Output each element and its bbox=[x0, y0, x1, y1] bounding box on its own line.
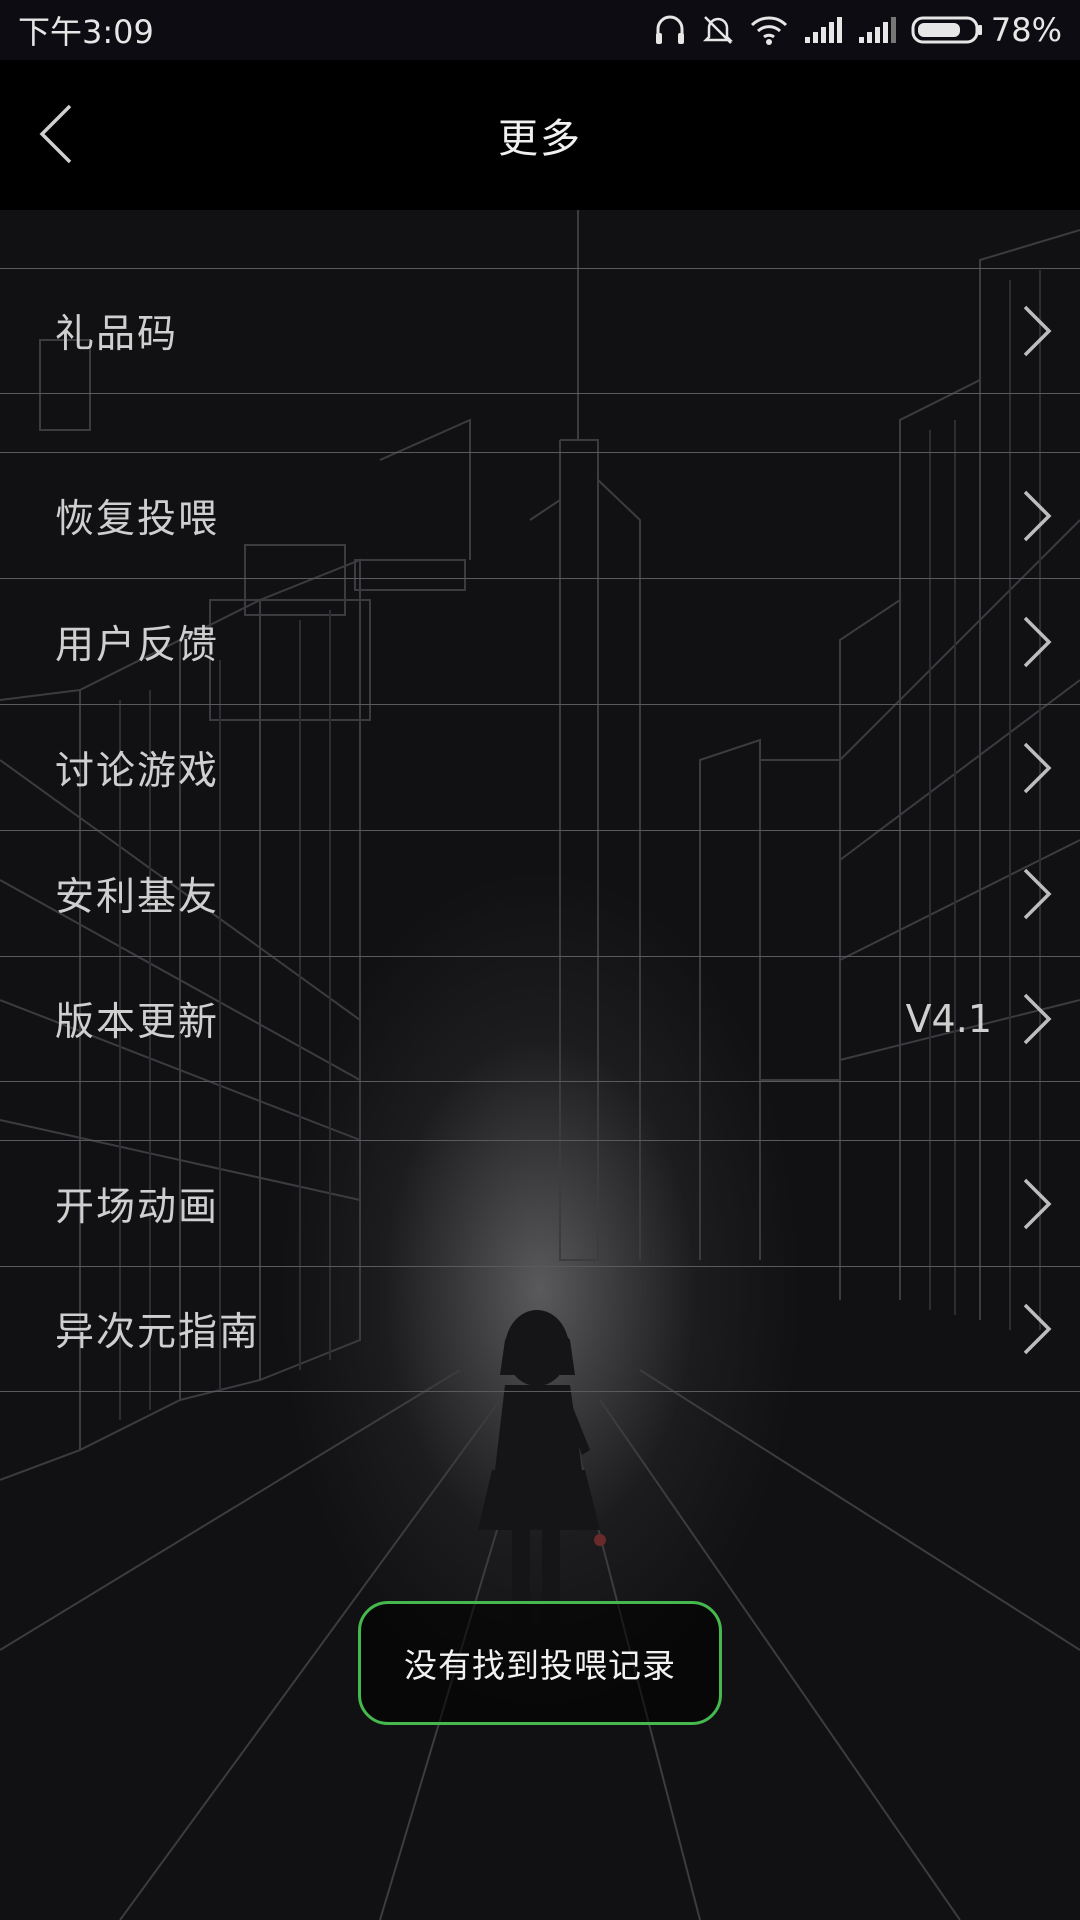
menu-item-opening-animation[interactable]: 开场动画 bbox=[0, 1140, 1080, 1266]
wifi-icon bbox=[749, 13, 789, 47]
menu-item-user-feedback[interactable]: 用户反馈 bbox=[0, 578, 1080, 704]
menu-item-restore-feeding[interactable]: 恢复投喂 bbox=[0, 452, 1080, 578]
menu-item-label: 版本更新 bbox=[55, 1000, 220, 1045]
version-value: V4.1 bbox=[905, 997, 992, 1041]
menu-item-gift-code[interactable]: 礼品码 bbox=[0, 268, 1080, 394]
battery-icon bbox=[911, 16, 982, 44]
menu-item-label: 恢复投喂 bbox=[55, 496, 220, 542]
signal-icon bbox=[803, 15, 843, 45]
bell-muted-icon bbox=[701, 13, 735, 47]
status-time: 下午3:09 bbox=[18, 13, 154, 51]
menu-item-label: 礼品码 bbox=[55, 312, 179, 357]
menu-item-right bbox=[1020, 740, 1054, 796]
back-button[interactable] bbox=[28, 100, 84, 172]
menu-item-label: 讨论游戏 bbox=[55, 748, 220, 794]
navigation-bar: 更多 bbox=[0, 60, 1080, 210]
menu-item-label: 安利基友 bbox=[55, 874, 220, 920]
page-title: 更多 bbox=[498, 116, 582, 162]
chevron-right-icon bbox=[1020, 303, 1054, 359]
menu-item-right bbox=[1020, 488, 1054, 544]
menu-item-discuss-game[interactable]: 讨论游戏 bbox=[0, 704, 1080, 830]
status-bar: 下午3:09 78% bbox=[0, 0, 1080, 60]
chevron-left-icon bbox=[36, 102, 76, 170]
menu-group-spacer bbox=[0, 1082, 1080, 1140]
chevron-right-icon bbox=[1020, 991, 1054, 1047]
menu-item-right bbox=[1020, 614, 1054, 670]
chevron-right-icon bbox=[1020, 614, 1054, 670]
more-screen: 下午3:09 78% 更多 礼品码 恢复投喂 用户反馈 讨论游戏 安利基友 版本… bbox=[0, 0, 1080, 1920]
menu-item-dimension-guide[interactable]: 异次元指南 bbox=[0, 1266, 1080, 1392]
menu-item-right: V4.1 bbox=[906, 991, 1054, 1047]
chevron-right-icon bbox=[1020, 1176, 1054, 1232]
menu-item-right bbox=[1020, 1176, 1054, 1232]
chevron-right-icon bbox=[1020, 866, 1054, 922]
headphones-icon bbox=[653, 13, 687, 47]
menu-item-label: 开场动画 bbox=[55, 1184, 220, 1230]
settings-menu: 礼品码 恢复投喂 用户反馈 讨论游戏 安利基友 版本更新 V4.1 开场动画 异… bbox=[0, 210, 1080, 1392]
menu-group-spacer bbox=[0, 210, 1080, 268]
status-icons: 78% bbox=[653, 11, 1062, 49]
battery-indicator: 78% bbox=[911, 11, 1062, 49]
menu-item-label: 异次元指南 bbox=[55, 1310, 261, 1355]
chevron-right-icon bbox=[1020, 740, 1054, 796]
menu-item-right bbox=[1020, 1301, 1054, 1357]
menu-group-spacer bbox=[0, 394, 1080, 452]
toast-text: 没有找到投喂记录 bbox=[404, 1646, 676, 1685]
signal-icon bbox=[857, 15, 897, 45]
menu-item-recommend-friends[interactable]: 安利基友 bbox=[0, 830, 1080, 956]
menu-item-version-update[interactable]: 版本更新 V4.1 bbox=[0, 956, 1080, 1082]
toast-message: 没有找到投喂记录 bbox=[358, 1601, 722, 1725]
chevron-right-icon bbox=[1020, 488, 1054, 544]
battery-percent: 78% bbox=[990, 11, 1062, 49]
menu-item-label: 用户反馈 bbox=[55, 622, 220, 668]
menu-item-right bbox=[1020, 303, 1054, 359]
chevron-right-icon bbox=[1020, 1301, 1054, 1357]
menu-item-right bbox=[1020, 866, 1054, 922]
